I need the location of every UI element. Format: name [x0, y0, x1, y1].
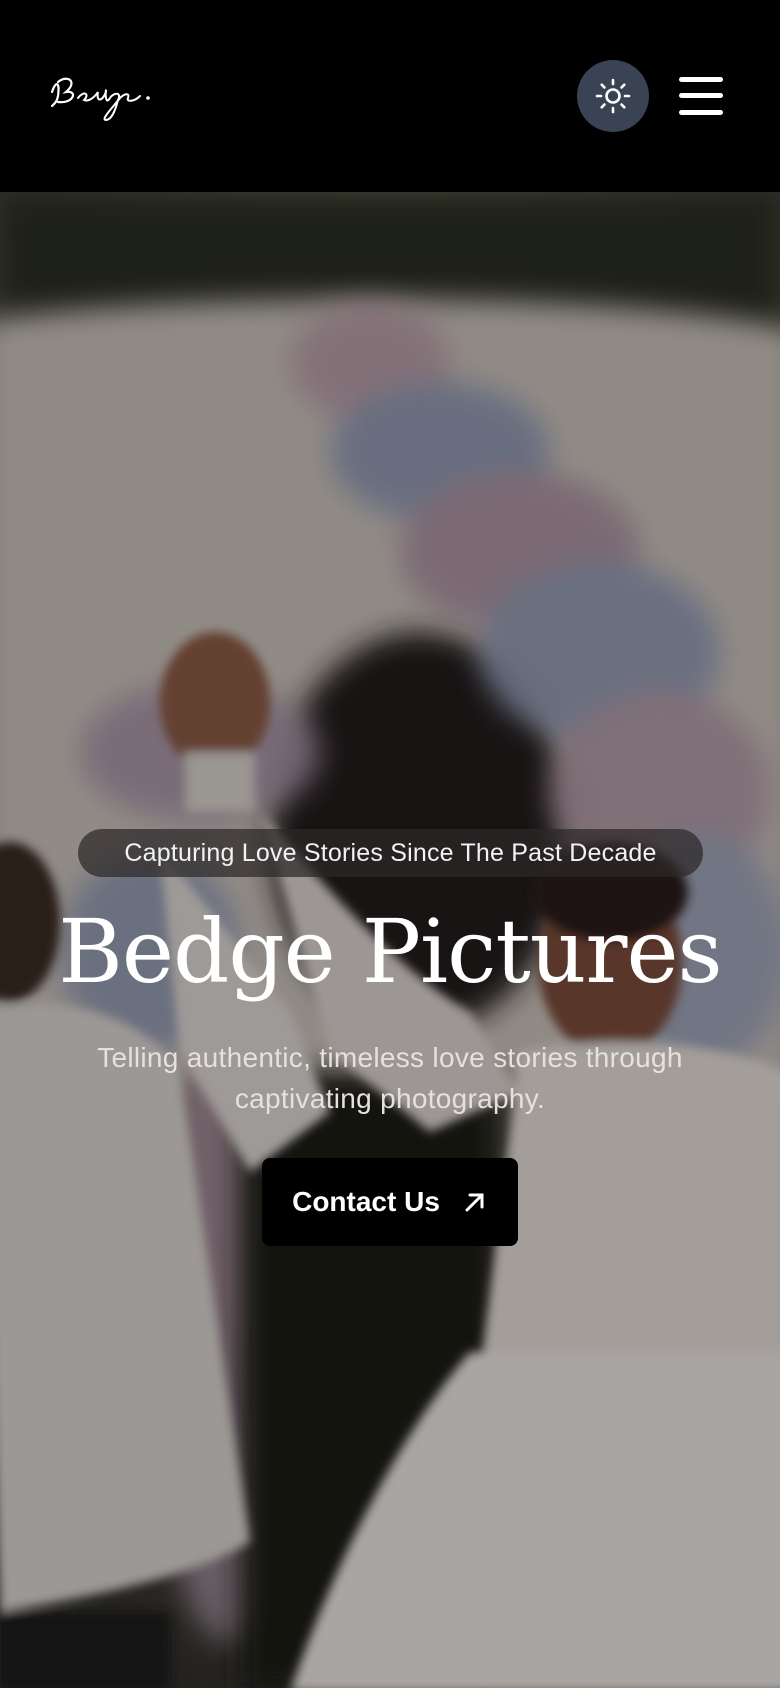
- menu-line: [679, 110, 723, 115]
- menu-line: [679, 77, 723, 82]
- site-header: [0, 0, 780, 192]
- page-title: Bedge Pictures: [58, 900, 722, 1003]
- tagline-badge: Capturing Love Stories Since The Past De…: [78, 829, 703, 877]
- sun-icon: [595, 78, 631, 114]
- theme-toggle-button[interactable]: [577, 60, 649, 132]
- contact-us-button[interactable]: Contact Us: [262, 1158, 518, 1246]
- hamburger-menu-icon[interactable]: [676, 74, 726, 118]
- contact-us-label: Contact Us: [292, 1186, 440, 1217]
- hero-section: Capturing Love Stories Since The Past De…: [0, 192, 780, 1688]
- hero-subtitle: Telling authentic, timeless love stories…: [97, 1042, 683, 1114]
- menu-line: [679, 93, 723, 98]
- logo[interactable]: [44, 62, 184, 132]
- hero-content: Capturing Love Stories Since The Past De…: [0, 192, 780, 1688]
- arrow-up-right-icon: [465, 1193, 484, 1212]
